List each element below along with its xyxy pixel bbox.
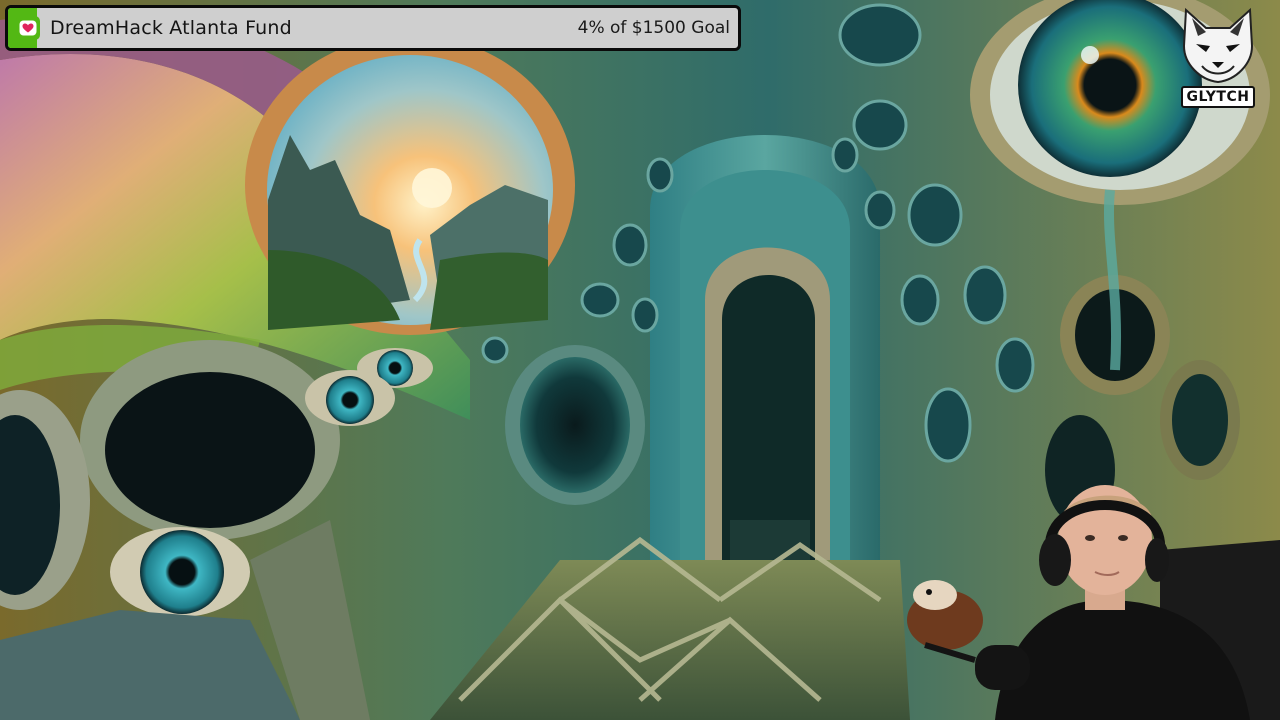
donation-heart-icon bbox=[16, 16, 40, 40]
goal-title: DreamHack Atlanta Fund bbox=[50, 17, 292, 39]
stream-stage: DreamHack Atlanta Fund 4% of $1500 Goal … bbox=[0, 0, 1280, 720]
channel-logo-label: GLYTCH bbox=[1181, 86, 1255, 108]
streamer-webcam-feed bbox=[907, 485, 1280, 720]
donation-goal-widget: DreamHack Atlanta Fund 4% of $1500 Goal bbox=[5, 5, 741, 51]
goal-progress-text: 4% of $1500 Goal bbox=[577, 18, 730, 38]
channel-logo: GLYTCH bbox=[1178, 6, 1258, 110]
fox-mascot-icon bbox=[1182, 7, 1254, 84]
